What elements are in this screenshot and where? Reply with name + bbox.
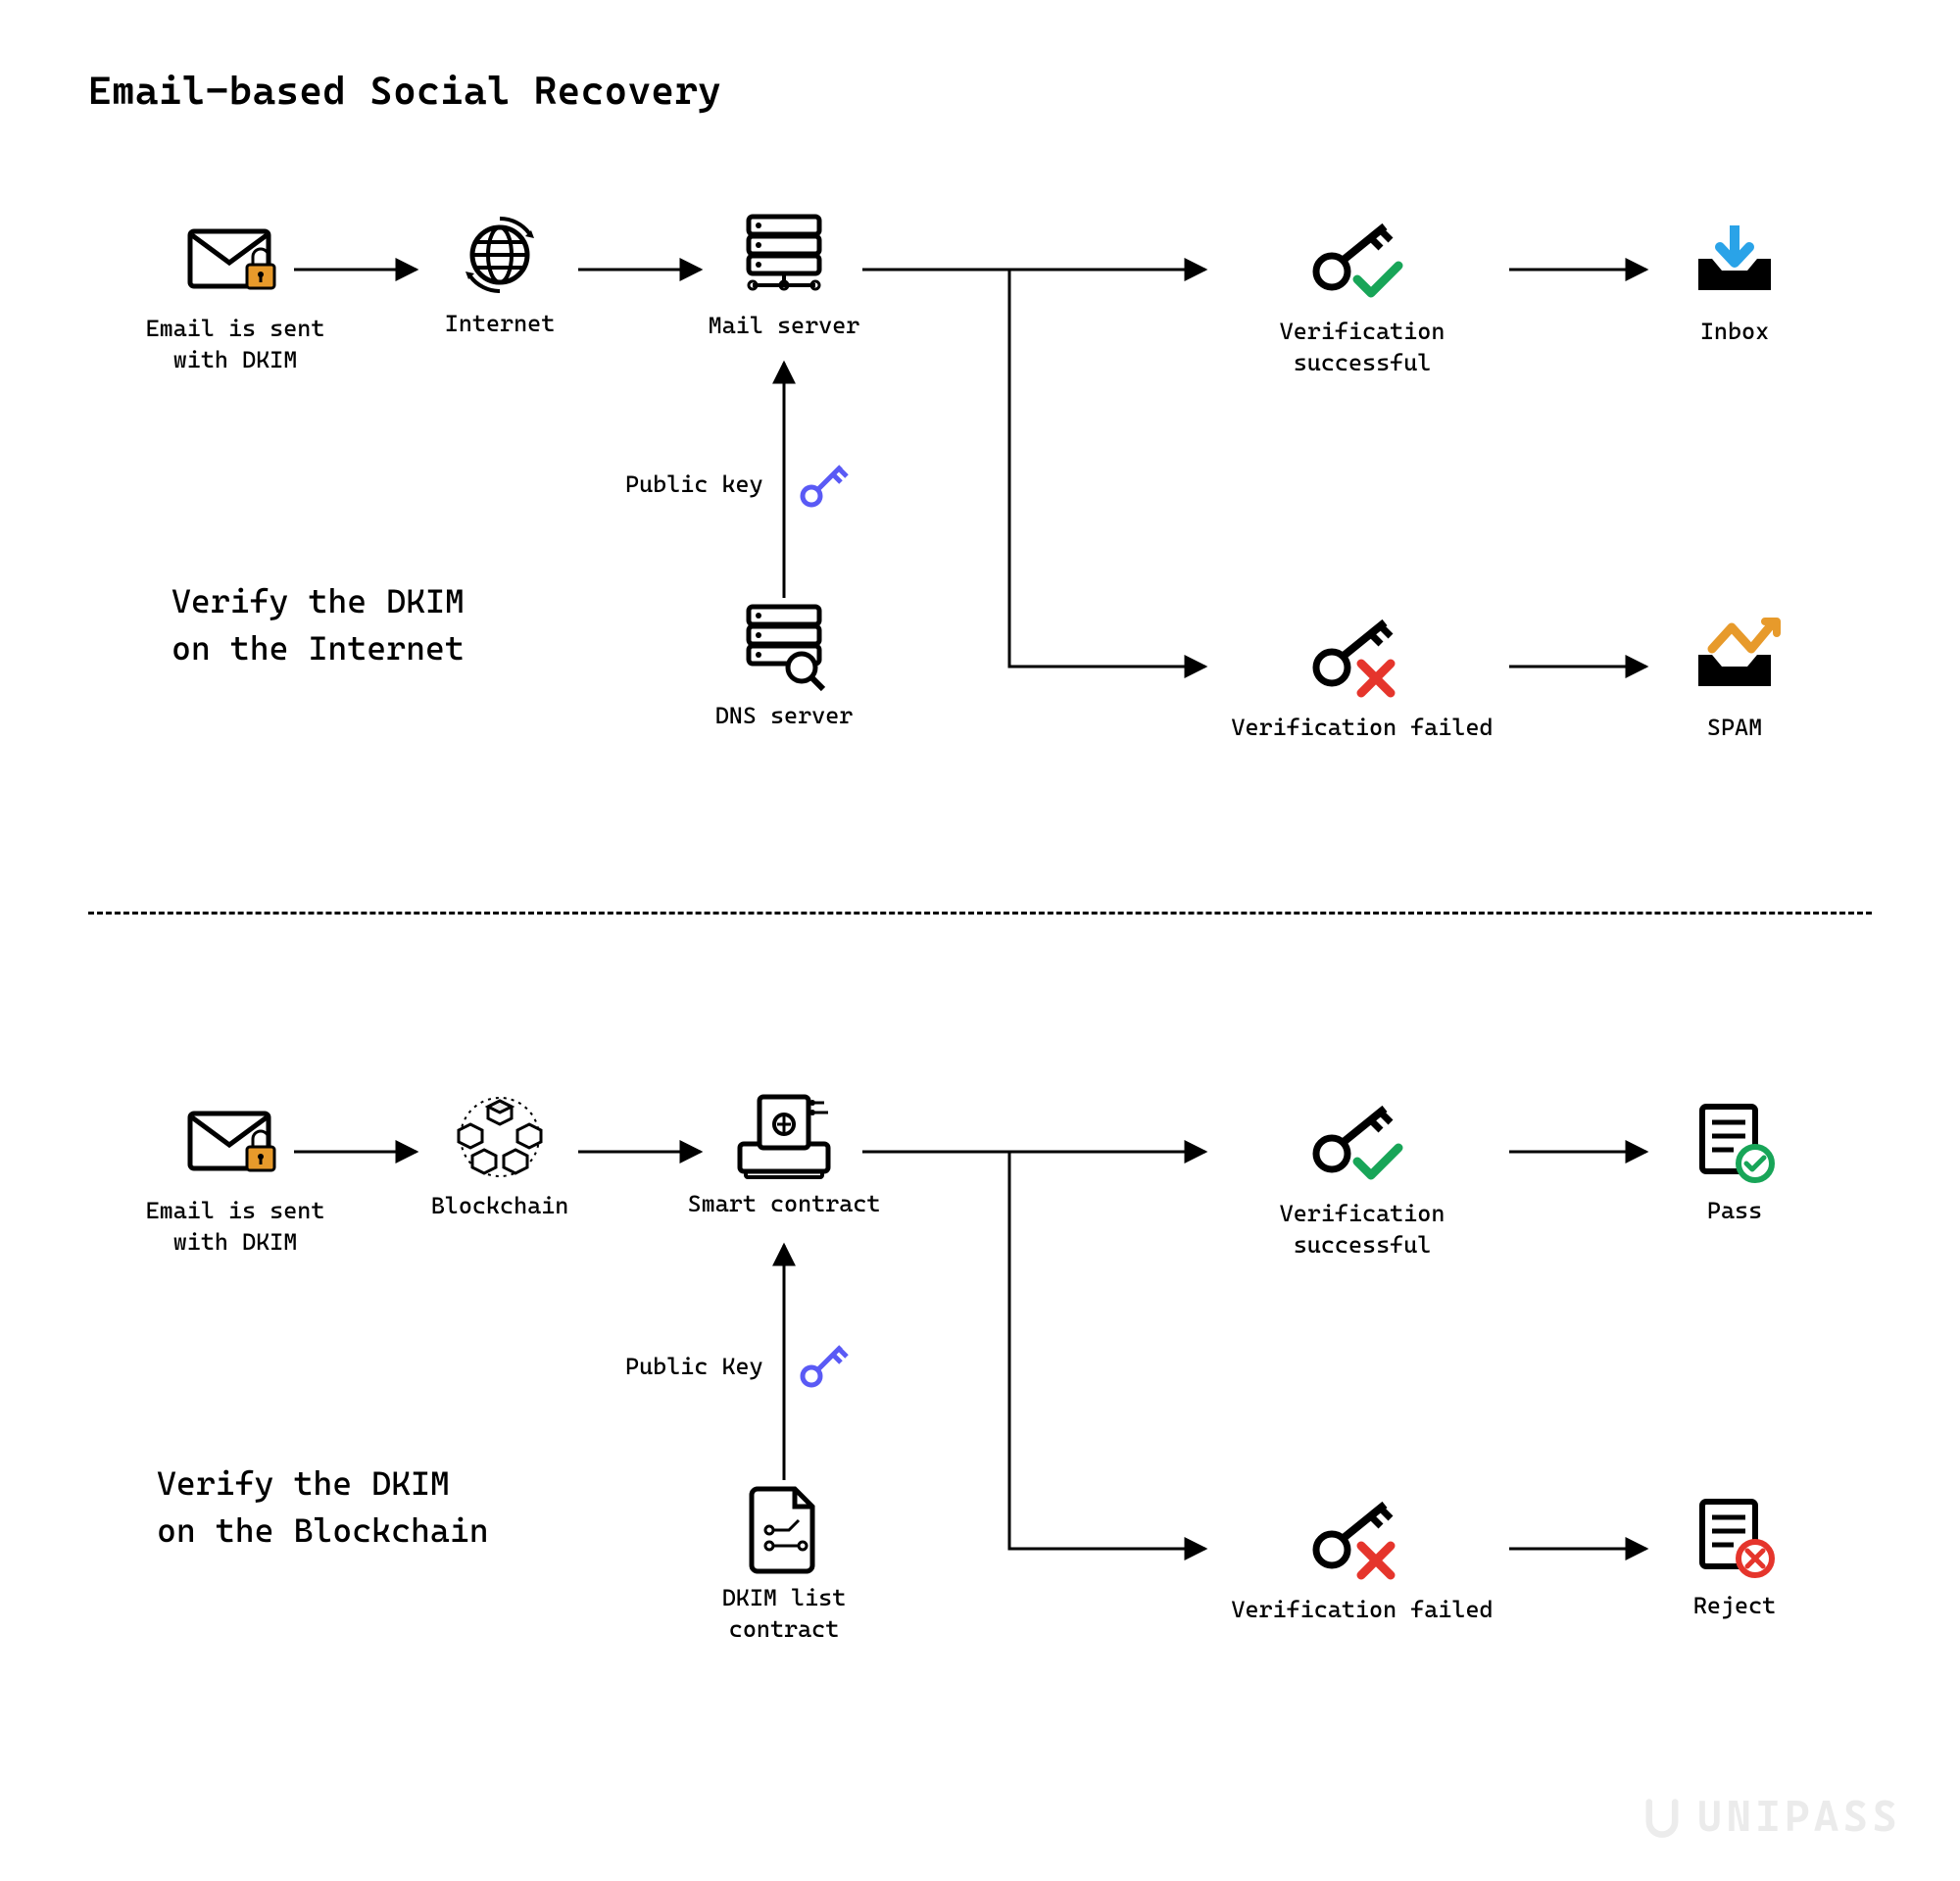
key-x-icon (1313, 619, 1411, 698)
node-label: Verification failed (1231, 1594, 1493, 1625)
node-label: Blockchain (431, 1190, 569, 1221)
node-email-2: Email is sentwith DKIM (113, 1103, 358, 1259)
node-dns: DNS server (701, 608, 867, 731)
node-label: Email is sentwith DKIM (146, 313, 325, 376)
section-label-2: Verify the DKIMon the Blockchain (157, 1460, 489, 1554)
node-label: Pass (1707, 1195, 1762, 1226)
server-icon (735, 218, 833, 296)
blockchain-icon (451, 1098, 549, 1176)
key-check-icon (1313, 223, 1411, 302)
node-email-1: Email is sentwith DKIM (113, 221, 358, 376)
doc-x-icon (1686, 1498, 1784, 1576)
watermark-text: UNIPASS (1697, 1792, 1901, 1842)
node-verif-fail-2: Verification failed (1205, 1502, 1519, 1625)
node-mailserver: Mail server (691, 218, 877, 341)
unipass-logo-icon (1641, 1796, 1684, 1839)
node-smart-contract: Smart contract (686, 1096, 882, 1219)
node-verif-ok-1: Verification successful (1205, 223, 1519, 379)
email-lock-icon (186, 1103, 284, 1181)
node-label: Email is sentwith DKIM (146, 1195, 325, 1259)
key-icon (800, 461, 849, 510)
node-pass: Pass (1666, 1103, 1803, 1226)
node-label: Verification failed (1231, 712, 1493, 743)
node-label: Verification successful (1205, 316, 1519, 379)
inbox-icon (1686, 223, 1784, 302)
doc-check-icon (1686, 1103, 1784, 1181)
node-label: SPAM (1707, 712, 1762, 743)
node-label: Inbox (1700, 316, 1769, 347)
public-key-label-2: Public Key (625, 1353, 763, 1380)
node-dkim-contract: DKIM list contract (666, 1490, 902, 1646)
node-reject: Reject (1661, 1498, 1808, 1621)
node-label: Smart contract (688, 1188, 881, 1219)
dns-server-icon (735, 608, 833, 686)
key-icon (800, 1341, 849, 1390)
key-x-icon (1313, 1502, 1411, 1580)
spam-icon (1686, 619, 1784, 698)
key-check-icon (1313, 1106, 1411, 1184)
node-label: Reject (1693, 1590, 1776, 1621)
node-label: Mail server (709, 310, 860, 341)
node-label: DNS server (715, 700, 854, 731)
globe-icon (451, 216, 549, 294)
section-divider (88, 912, 1872, 915)
node-blockchain: Blockchain (412, 1098, 588, 1221)
node-verif-fail-1: Verification failed (1205, 619, 1519, 743)
public-key-label-1: Public key (625, 470, 763, 498)
email-lock-icon (186, 221, 284, 299)
node-label: DKIM list contract (666, 1582, 902, 1646)
node-label: Verification successful (1205, 1198, 1519, 1262)
diagram-title: Email-based Social Recovery (88, 69, 721, 114)
node-spam: SPAM (1666, 619, 1803, 743)
node-label: Internet (445, 308, 556, 339)
node-inbox: Inbox (1666, 223, 1803, 347)
node-verif-ok-2: Verification successful (1205, 1106, 1519, 1262)
section-label-1: Verify the DKIMon the Internet (172, 578, 465, 671)
file-circuit-icon (735, 1490, 833, 1568)
smart-contract-icon (735, 1096, 833, 1174)
node-internet: Internet (412, 216, 588, 339)
watermark: UNIPASS (1641, 1792, 1901, 1842)
